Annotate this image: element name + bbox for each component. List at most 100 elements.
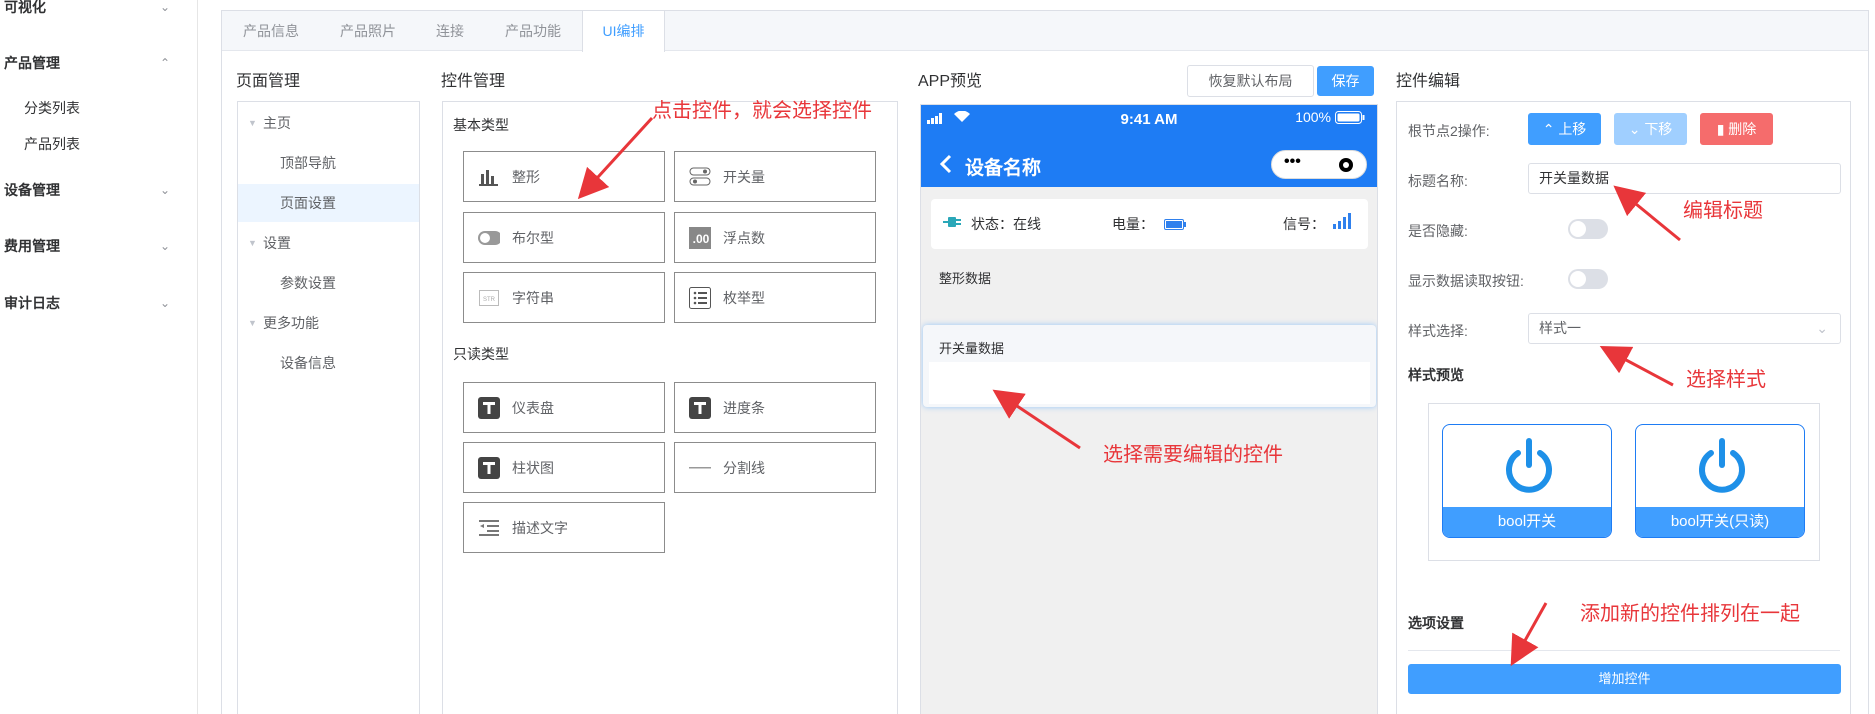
style-select-value: 样式一 [1539, 320, 1581, 336]
tab-product-photos[interactable]: 产品照片 [320, 11, 416, 51]
trash-icon: ▮ [1716, 121, 1725, 137]
int-data-label[interactable]: 整形数据 [939, 268, 991, 287]
tree-node-device-info[interactable]: 设备信息 [238, 344, 419, 382]
tree-node-home[interactable]: ▼ 主页 [238, 104, 419, 142]
nav-visualize[interactable]: 可视化 ⌄ [0, 0, 198, 21]
style-select[interactable]: 样式一 ⌄ [1528, 313, 1841, 344]
tab-product-functions[interactable]: 产品功能 [484, 11, 582, 51]
hide-toggle[interactable] [1568, 219, 1608, 239]
nav-fee-mgmt[interactable]: 费用管理 ⌄ [0, 232, 198, 260]
read-button-toggle[interactable] [1568, 269, 1608, 289]
ctrl-label: 枚举型 [723, 289, 765, 306]
tree-node-label: 更多功能 [263, 315, 319, 331]
mini-program-capsule: ••• [1271, 150, 1367, 179]
ctrl-switch[interactable]: 开关量 [674, 151, 876, 202]
style-option-label: bool开关(只读) [1636, 507, 1804, 537]
battery-level-icon [1164, 217, 1186, 233]
selected-switch-widget[interactable]: 开关量数据 [923, 325, 1376, 407]
ctrl-integer[interactable]: 整形 [463, 151, 665, 202]
chevron-down-icon: ⌄ [159, 239, 170, 253]
online-status: 状态：在线 [971, 216, 1041, 232]
ctrl-gauge[interactable]: 仪表盘 [463, 382, 665, 433]
reset-layout-button[interactable]: 恢复默认布局 [1187, 65, 1314, 97]
string-icon: STR [478, 287, 500, 309]
svg-text:.00: .00 [693, 232, 710, 246]
ctrl-label: 浮点数 [723, 229, 765, 246]
device-status-card: 状态：在线 电量： 信号： [931, 199, 1368, 249]
move-up-label: 上移 [1558, 121, 1587, 137]
tab-connection[interactable]: 连接 [416, 11, 484, 51]
page-mgmt-title: 页面管理 [236, 73, 301, 90]
phone-header: 9:41 AM 100% 设备名称 ••• [921, 105, 1377, 187]
caret-down-icon: ▼ [248, 118, 257, 128]
ctrl-description-text[interactable]: 描述文字 [463, 502, 665, 553]
nav-product-mgmt[interactable]: 产品管理 ⌃ [0, 49, 198, 77]
nav-visualize-label: 可视化 [4, 0, 46, 15]
preview-title: APP预览 [918, 73, 983, 90]
add-control-button[interactable]: 增加控件 [1408, 664, 1841, 694]
caret-down-icon: ▼ [248, 238, 257, 248]
tab-bar: 产品信息 产品照片 连接 产品功能 UI编排 [222, 11, 1868, 52]
nav-device-mgmt[interactable]: 设备管理 ⌄ [0, 176, 198, 204]
tree-node-page-settings[interactable]: 页面设置 [238, 184, 419, 222]
delete-button[interactable]: ▮ 删除 [1700, 113, 1773, 145]
annotation-select-control: 选择需要编辑的控件 [1103, 444, 1283, 466]
ctrl-label: 进度条 [723, 399, 765, 416]
back-arrow-icon[interactable] [939, 153, 953, 178]
app-preview: 9:41 AM 100% 设备名称 ••• 状态：在线 电量： 信号： 整形数据… [920, 104, 1378, 714]
ctrl-bar-chart[interactable]: 柱状图 [463, 442, 665, 493]
tree-node-settings[interactable]: ▼ 设置 [238, 224, 419, 262]
node-op-label: 根节点2操作: [1408, 123, 1490, 139]
tree-node-label: 页面设置 [280, 195, 336, 211]
nav-fee-mgmt-label: 费用管理 [4, 238, 60, 254]
style-preview-label: 样式预览 [1408, 367, 1464, 383]
ctrl-label: 柱状图 [512, 459, 554, 476]
style-option-label: bool开关 [1443, 507, 1611, 537]
style-option-bool-switch-readonly[interactable]: bool开关(只读) [1635, 424, 1805, 538]
signal-strength-icon [1333, 213, 1353, 232]
tree-node-param-settings[interactable]: 参数设置 [238, 264, 419, 302]
chevron-down-icon: ⌄ [1628, 121, 1641, 137]
options-settings-label: 选项设置 [1408, 615, 1464, 631]
ctrl-progress[interactable]: 进度条 [674, 382, 876, 433]
annotation-select-style: 选择样式 [1686, 369, 1766, 391]
svg-text:STR: STR [483, 297, 496, 303]
hide-label: 是否隐藏: [1408, 223, 1468, 239]
style-option-bool-switch[interactable]: bool开关 [1442, 424, 1612, 538]
tab-product-info[interactable]: 产品信息 [222, 11, 320, 51]
tree-node-more[interactable]: ▼ 更多功能 [238, 304, 419, 342]
ctrl-string[interactable]: STR 字符串 [463, 272, 665, 323]
battery-icon [1335, 111, 1365, 127]
ctrl-label: 布尔型 [512, 229, 554, 246]
divider [1408, 650, 1840, 651]
more-icon[interactable]: ••• [1284, 153, 1301, 171]
power-label: 电量： [1112, 216, 1154, 232]
caret-down-icon: ▼ [248, 318, 257, 328]
tree-node-top-nav[interactable]: 顶部导航 [238, 144, 419, 182]
chevron-down-icon: ⌄ [159, 0, 170, 14]
bar-chart-icon [478, 166, 500, 188]
read-button-label: 显示数据读取按钮: [1408, 273, 1524, 289]
move-up-button[interactable]: ⌃ 上移 [1528, 113, 1601, 145]
page-tree: ▼ 主页 顶部导航 页面设置 ▼ 设置 参数设置 ▼ 更多功能 设备信息 [237, 101, 420, 714]
text-t-icon [478, 456, 500, 479]
ctrl-label: 字符串 [512, 289, 554, 306]
nav-product-mgmt-label: 产品管理 [4, 55, 60, 71]
ctrl-boolean[interactable]: 布尔型 [463, 212, 665, 263]
close-circle-icon[interactable] [1338, 157, 1354, 176]
tab-ui-layout[interactable]: UI编排 [582, 11, 665, 52]
ctrl-enum[interactable]: 枚举型 [674, 272, 876, 323]
ctrl-float[interactable]: .00 浮点数 [674, 212, 876, 263]
ctrl-label: 开关量 [723, 168, 765, 185]
save-button[interactable]: 保存 [1317, 66, 1374, 96]
tree-node-label: 设备信息 [280, 355, 336, 371]
switch-data-label: 开关量数据 [939, 341, 1005, 356]
ctrl-divider[interactable]: 分割线 [674, 442, 876, 493]
nav-category-list[interactable]: 分类列表 [24, 96, 80, 120]
move-down-button[interactable]: ⌄ 下移 [1614, 113, 1687, 145]
annotation-edit-title: 编辑标题 [1683, 200, 1763, 222]
nav-product-list[interactable]: 产品列表 [24, 132, 80, 156]
title-name-input[interactable]: 开关量数据 [1528, 163, 1841, 194]
nav-audit-log[interactable]: 审计日志 ⌄ [0, 289, 198, 317]
toggle-icon [689, 166, 711, 188]
